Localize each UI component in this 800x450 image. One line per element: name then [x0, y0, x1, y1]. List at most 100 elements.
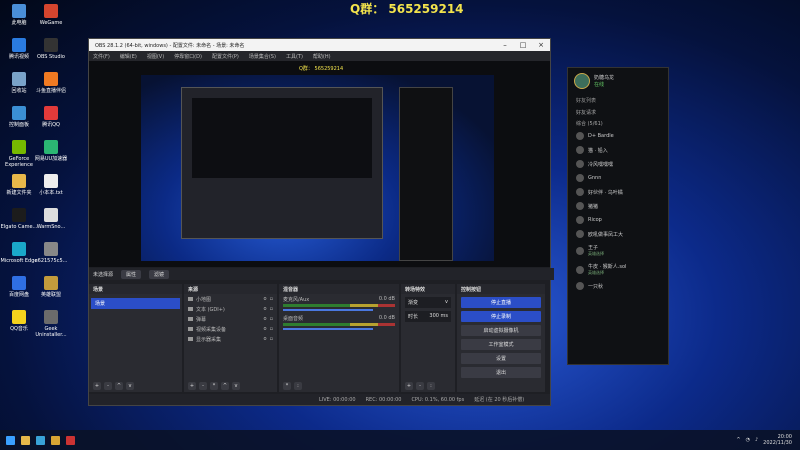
game-friends-panel[interactable]: 奶糖乌龙 在线 好友列表 好友请求 综合 (5/61) D+ Bardle 猫 ·…	[567, 67, 669, 365]
menu-item[interactable]: 视图(V)	[147, 53, 164, 60]
friend-item[interactable]: 欧吼做事凤工大	[568, 227, 668, 241]
source-item[interactable]: 视频采集设备 o ▫	[184, 324, 277, 334]
up-icon[interactable]: ^	[221, 382, 229, 390]
gear-icon[interactable]: *	[210, 382, 218, 390]
friend-item[interactable]: D+ Bardle	[568, 129, 668, 143]
friend-item[interactable]: Ricop	[568, 213, 668, 227]
desktop-icon[interactable]: WarmSno...	[32, 208, 70, 230]
friend-item[interactable]: 猪猪	[568, 199, 668, 213]
more-icon[interactable]: :	[427, 382, 435, 390]
friend-item[interactable]: Gnnn	[568, 171, 668, 185]
source-item[interactable]: 显示器采集 o ▫	[184, 334, 277, 344]
friend-requests[interactable]: 好友请求	[568, 107, 668, 118]
remove-icon[interactable]: -	[416, 382, 424, 390]
mixer-channel[interactable]: 桌面音频 0.0 dB	[279, 313, 399, 332]
friend-item[interactable]: 王子 英雄选择	[568, 241, 668, 260]
eye-icon[interactable]: o	[264, 336, 267, 342]
friend-item[interactable]: 猫 · 铅入	[568, 143, 668, 157]
control-button[interactable]: 停止录制	[461, 311, 541, 322]
mixer-channel[interactable]: 麦克风/Aux 0.0 dB	[279, 294, 399, 313]
source-label: 视频采集设备	[196, 326, 227, 333]
scene-item[interactable]: 场景	[91, 298, 180, 309]
control-button[interactable]: 退出	[461, 367, 541, 378]
channel-name: 麦克风/Aux	[283, 297, 310, 303]
source-item[interactable]: 弹幕 o ▫	[184, 314, 277, 324]
preview-canvas[interactable]: Q群： 565259214	[89, 61, 550, 267]
desktop-icon[interactable]: WeGame	[32, 4, 70, 26]
windows-start-icon[interactable]	[6, 435, 15, 445]
app-icon[interactable]	[51, 435, 60, 445]
more-icon[interactable]: :	[294, 382, 302, 390]
maximize-icon[interactable]: □	[514, 41, 532, 49]
desktop-icon[interactable]: 腾讯QQ	[32, 106, 70, 128]
lock-icon[interactable]: ▫	[270, 336, 273, 342]
volume-slider[interactable]	[283, 309, 373, 311]
control-button[interactable]: 启动虚拟摄像机	[461, 325, 541, 336]
channel-level: 0.0 dB	[378, 315, 395, 321]
menu-item[interactable]: 编辑(E)	[120, 53, 137, 60]
add-icon[interactable]: +	[93, 382, 101, 390]
app-icon	[44, 208, 58, 222]
chevron-up-icon[interactable]: ^	[736, 437, 740, 443]
desktop-icon[interactable]: 小本本.txt	[32, 174, 70, 196]
close-icon[interactable]: ×	[532, 41, 550, 49]
clock[interactable]: 20:00 2022/11/30	[763, 434, 792, 446]
avatar[interactable]	[574, 73, 590, 89]
eye-icon[interactable]: o	[264, 296, 267, 302]
desktop-icon[interactable]: Geek Uninstaller...	[32, 310, 70, 338]
transition-select[interactable]: 渐变 v	[405, 297, 451, 308]
add-icon[interactable]: +	[405, 382, 413, 390]
desktop-icon[interactable]: 斗鱼直播伴侣	[32, 72, 70, 94]
menu-item[interactable]: 配置文件(P)	[212, 53, 239, 60]
volume-icon[interactable]: ♪	[755, 437, 758, 443]
controls-dock: 控制按钮 停止直播 停止录制 启动虚拟摄像机 工作室模式 设置 退出	[457, 284, 545, 392]
menu-item[interactable]: 停靠窗口(D)	[174, 53, 202, 60]
file-explorer-icon[interactable]	[21, 435, 30, 445]
menu-item[interactable]: 工具(T)	[286, 53, 303, 60]
desktop-icon[interactable]: e621575c5...	[32, 242, 70, 264]
control-button[interactable]: 工作室模式	[461, 339, 541, 350]
remove-icon[interactable]: -	[199, 382, 207, 390]
gear-icon[interactable]: *	[283, 382, 291, 390]
minimize-icon[interactable]: –	[496, 41, 514, 49]
eye-icon[interactable]: o	[264, 326, 267, 332]
menu-item[interactable]: 文件(F)	[93, 53, 110, 60]
volume-slider[interactable]	[283, 328, 373, 330]
friend-item[interactable]: 一只秋	[568, 279, 668, 293]
lock-icon[interactable]: ▫	[270, 316, 273, 322]
down-icon[interactable]: v	[126, 382, 134, 390]
lock-icon[interactable]: ▫	[270, 326, 273, 332]
friend-item[interactable]: 牛皮 · 猴斯人.sol 英雄选择	[568, 260, 668, 279]
control-button[interactable]: 设置	[461, 353, 541, 364]
properties-button[interactable]: 属性	[121, 269, 142, 279]
network-icon[interactable]: ◔	[746, 437, 750, 443]
desktop-icon[interactable]: 英雄联盟	[32, 276, 70, 298]
up-icon[interactable]: ^	[115, 382, 123, 390]
friend-group-header[interactable]: 综合 (5/61)	[568, 118, 668, 129]
source-item[interactable]: 文本 (GDI+) o ▫	[184, 304, 277, 314]
eye-icon[interactable]: o	[264, 316, 267, 322]
desktop-icon[interactable]: OBS Studio	[32, 38, 70, 60]
menu-item[interactable]: 帮助(H)	[313, 53, 331, 60]
lock-icon[interactable]: ▫	[270, 296, 273, 302]
obs-window[interactable]: OBS 28.1.2 (64-bit, windows) - 配置文件: 未命名…	[88, 38, 554, 406]
source-item[interactable]: 小地图 o ▫	[184, 294, 277, 304]
source-label: 弹幕	[196, 316, 207, 323]
down-icon[interactable]: v	[232, 382, 240, 390]
friends-tab[interactable]: 好友列表	[568, 94, 668, 107]
desktop-icon[interactable]: 网易UU加速器	[32, 140, 70, 162]
app-icon	[12, 276, 26, 290]
friend-item[interactable]: 冷风嘿嘿嘿	[568, 157, 668, 171]
friend-item[interactable]: 好伙伴 · 乌叶橘	[568, 185, 668, 199]
eye-icon[interactable]: o	[264, 306, 267, 312]
menu-item[interactable]: 场景集合(S)	[249, 53, 276, 60]
control-button[interactable]: 停止直播	[461, 297, 541, 308]
obs-taskbar-icon[interactable]	[66, 435, 75, 445]
duration-field[interactable]: 时长 300 ms	[405, 311, 451, 322]
add-icon[interactable]: +	[188, 382, 196, 390]
remove-icon[interactable]: -	[104, 382, 112, 390]
lock-icon[interactable]: ▫	[270, 306, 273, 312]
edge-icon[interactable]	[36, 435, 45, 445]
filters-button[interactable]: 滤镜	[149, 269, 170, 279]
obs-title-bar[interactable]: OBS 28.1.2 (64-bit, windows) - 配置文件: 未命名…	[89, 39, 550, 51]
